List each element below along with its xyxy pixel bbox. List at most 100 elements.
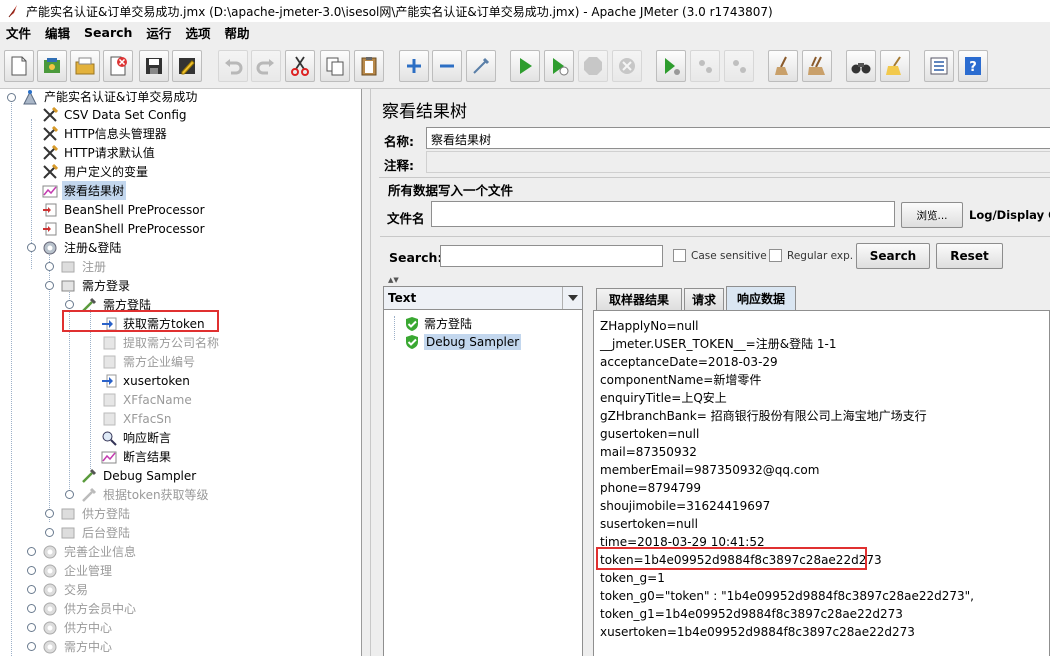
split-arrows[interactable]: ▲▼ <box>388 276 408 284</box>
tree-node-http-request-defaults[interactable]: HTTP请求默认值 <box>41 143 157 162</box>
tree-node-admin-login[interactable]: 后台登陆 <box>59 523 132 542</box>
tree-node-complete-enterprise-info[interactable]: 完善企业信息 <box>41 542 138 561</box>
comment-field[interactable] <box>426 151 1050 173</box>
undo-button[interactable] <box>218 50 248 82</box>
chevron-down-icon[interactable] <box>562 287 582 309</box>
tree-node-xffacsn[interactable]: XFfacSn <box>100 409 174 428</box>
tree-node-supplier-center[interactable]: 供方中心 <box>41 618 114 637</box>
clear-button[interactable] <box>768 50 798 82</box>
name-field[interactable]: 察看结果树 <box>426 127 1050 149</box>
browse-button[interactable]: 浏览... <box>901 202 963 228</box>
filename-input[interactable] <box>431 201 895 227</box>
clear-broom-icon <box>775 56 788 75</box>
tree-node-get-level-by-token[interactable]: 根据token获取等级 <box>80 485 211 504</box>
menu-file[interactable]: 文件 <box>0 23 38 42</box>
tree-expand-handle[interactable] <box>45 528 54 537</box>
tree-expand-handle[interactable] <box>7 93 16 102</box>
tree-expand-handle[interactable] <box>27 623 36 632</box>
tree-node-assertion-results[interactable]: 断言结果 <box>100 447 173 466</box>
shutdown-button[interactable] <box>612 50 642 82</box>
tree-node-beanshell-preprocessor-2[interactable]: BeanShell PreProcessor <box>41 219 207 238</box>
tree-node-extract-company-name[interactable]: 提取需方公司名称 <box>100 333 221 352</box>
save-as-button[interactable] <box>172 50 202 82</box>
renderer-combobox[interactable]: Text <box>383 286 583 310</box>
checkbox-box[interactable] <box>673 249 686 262</box>
tree-node-buyer-login-controller[interactable]: 需方登录 <box>59 276 132 295</box>
start-no-pauses-button[interactable] <box>544 50 574 82</box>
response-data-text[interactable]: ZHapplyNo=null __jmeter.USER_TOKEN__=注册&… <box>593 310 1050 656</box>
close-button[interactable] <box>103 50 133 82</box>
tree-expand-handle[interactable] <box>65 300 74 309</box>
tree-expand-handle[interactable] <box>27 547 36 556</box>
tree-expand-handle[interactable] <box>27 585 36 594</box>
toggle-button[interactable] <box>466 50 496 82</box>
tree-node-xffacname[interactable]: XFfacName <box>100 390 194 409</box>
tab-request[interactable]: 请求 <box>684 288 724 310</box>
tree-node-enterprise-management[interactable]: 企业管理 <box>41 561 114 580</box>
pane-splitter[interactable] <box>362 89 371 656</box>
tree-node-supplier-login[interactable]: 供方登陆 <box>59 504 132 523</box>
tab-sampler-result[interactable]: 取样器结果 <box>596 288 682 310</box>
cut-button[interactable] <box>285 50 315 82</box>
remote-start-button[interactable] <box>656 50 686 82</box>
copy-button[interactable] <box>320 50 350 82</box>
collapse-all-button[interactable] <box>432 50 462 82</box>
save-button[interactable] <box>139 50 169 82</box>
tree-expand-handle[interactable] <box>65 490 74 499</box>
tree-node-http-header-manager[interactable]: HTTP信息头管理器 <box>41 124 169 143</box>
tree-node-xusertoken[interactable]: xusertoken <box>100 371 192 390</box>
menu-help[interactable]: 帮助 <box>217 23 256 42</box>
redo-button[interactable] <box>251 50 281 82</box>
sample-item[interactable]: 需方登陆 <box>404 314 472 333</box>
tree-node-supplier-member-center[interactable]: 供方会员中心 <box>41 599 138 618</box>
tree-expand-handle[interactable] <box>27 566 36 575</box>
tree-node-register-login-group[interactable]: 注册&登陆 <box>41 238 123 257</box>
tree-node-debug-sampler[interactable]: Debug Sampler <box>80 466 198 485</box>
results-splitter[interactable] <box>586 286 593 656</box>
regular-exp-checkbox[interactable]: Regular exp. <box>769 249 853 262</box>
search-button[interactable]: Search <box>856 243 930 269</box>
remote-stop-button[interactable] <box>690 50 720 82</box>
tree-node-buyer-center[interactable]: 需方中心 <box>41 637 114 656</box>
menu-options[interactable]: 选项 <box>178 23 217 42</box>
success-shield-icon <box>406 316 418 331</box>
tree-expand-handle[interactable] <box>27 604 36 613</box>
tree-node-beanshell-preprocessor-1[interactable]: BeanShell PreProcessor <box>41 200 207 219</box>
sample-item[interactable]: Debug Sampler <box>404 332 522 351</box>
tree-expand-handle[interactable] <box>45 262 54 271</box>
reset-button[interactable]: Reset <box>936 243 1003 269</box>
tree-expand-handle[interactable] <box>27 642 36 651</box>
checkbox-box[interactable] <box>769 249 782 262</box>
tree-node-test-plan[interactable]: 产能实名认证&订单交易成功 <box>21 89 199 106</box>
tree-node-response-assertion[interactable]: 响应断言 <box>100 428 173 447</box>
templates-button[interactable] <box>37 50 67 82</box>
tree-node-trade[interactable]: 交易 <box>41 580 90 599</box>
tree-node-view-results-tree[interactable]: 察看结果树 <box>41 181 127 200</box>
function-helper-button[interactable] <box>924 50 954 82</box>
tree-node-user-defined-variables[interactable]: 用户定义的变量 <box>41 162 150 181</box>
tab-response-data[interactable]: 响应数据 <box>726 286 796 310</box>
reset-search-button[interactable] <box>880 50 910 82</box>
start-button[interactable] <box>510 50 540 82</box>
menu-edit[interactable]: 编辑 <box>38 23 77 42</box>
case-sensitive-checkbox[interactable]: Case sensitive <box>673 249 767 262</box>
new-button[interactable] <box>4 50 34 82</box>
tree-expand-handle[interactable] <box>45 509 54 518</box>
help-button[interactable]: ? <box>958 50 988 82</box>
tree-node-csv-data-set-config[interactable]: CSV Data Set Config <box>41 105 189 124</box>
tree-expand-handle[interactable] <box>45 281 54 290</box>
paste-button[interactable] <box>354 50 384 82</box>
menu-run[interactable]: 运行 <box>139 23 178 42</box>
clear-all-button[interactable] <box>802 50 832 82</box>
stop-button[interactable] <box>578 50 608 82</box>
search-input[interactable] <box>440 245 663 267</box>
search-tree-button[interactable] <box>846 50 876 82</box>
menu-search[interactable]: Search <box>77 25 139 40</box>
open-button[interactable] <box>70 50 100 82</box>
expand-all-button[interactable] <box>399 50 429 82</box>
tree-expand-handle[interactable] <box>27 243 36 252</box>
remote-stop-icon <box>699 60 712 73</box>
remote-shutdown-button[interactable] <box>724 50 754 82</box>
tree-node-buyer-enterprise-id[interactable]: 需方企业编号 <box>100 352 197 371</box>
tree-node-register[interactable]: 注册 <box>59 257 108 276</box>
